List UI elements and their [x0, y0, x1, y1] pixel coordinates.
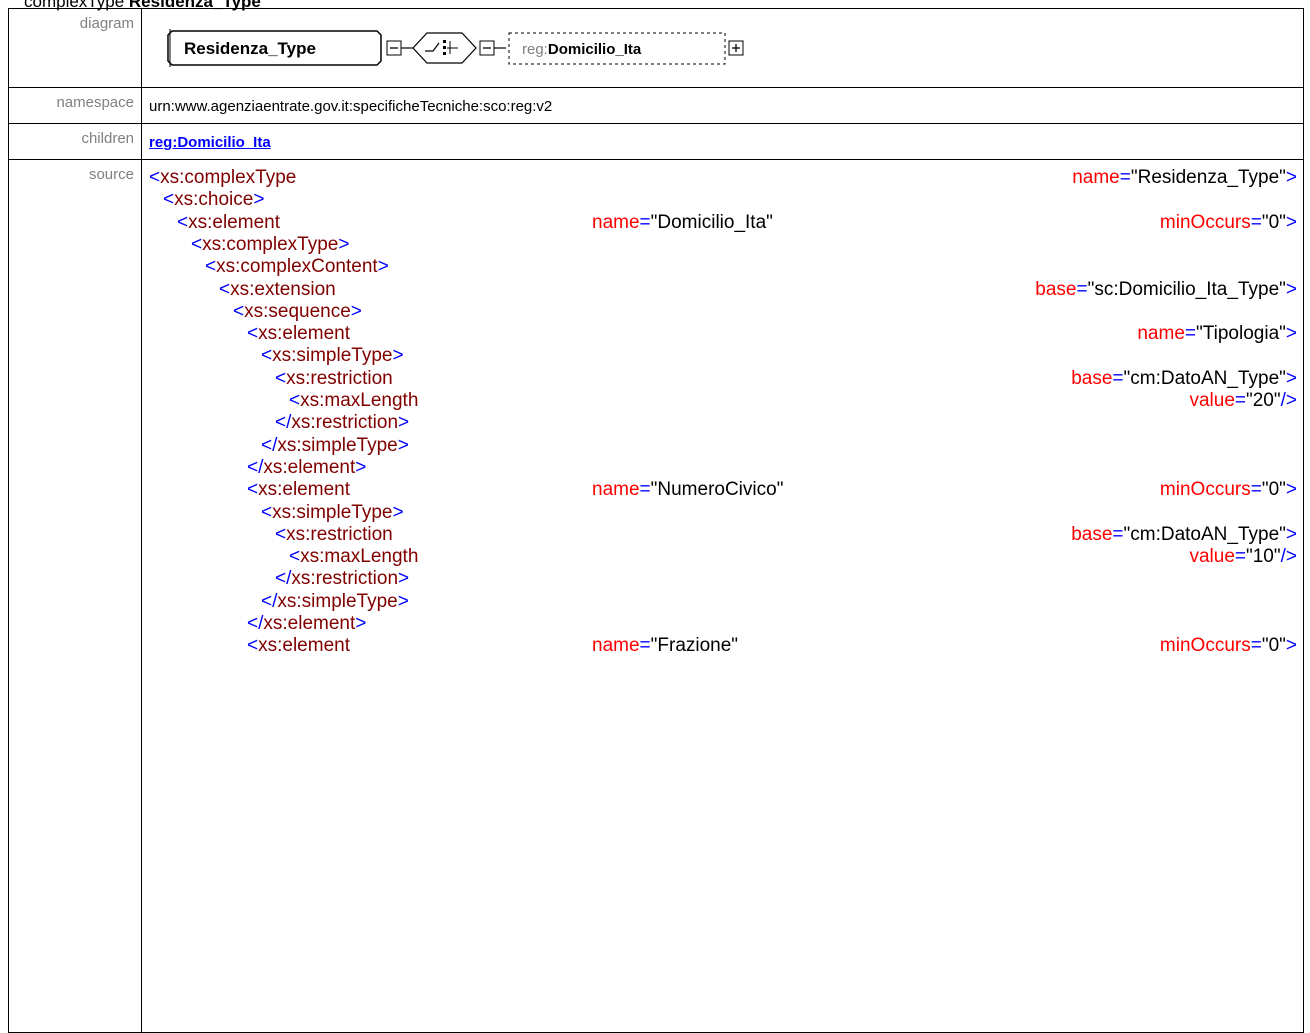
source-line-tag: <xs:choice> [163, 189, 265, 211]
collapse-icon-2[interactable] [479, 40, 495, 56]
diagram-label: diagram [8, 8, 142, 88]
source-line-tag: <xs:sequence> [233, 300, 362, 322]
source-line-tag: </xs:simpleType> [261, 590, 409, 612]
source-line-tag: <xs:element [247, 479, 350, 501]
source-line-tag: <xs:element [247, 635, 350, 657]
source-line-tag: <xs:element [247, 323, 350, 345]
source-line-attr: base="cm:DatoAN_Type"> [1071, 367, 1297, 389]
source-line-attr: name="Domicilio_Ita" [592, 211, 773, 233]
source-code: <xs:complexType name="Residenza_Type"> <xs… [142, 160, 1303, 1032]
child-link[interactable]: reg:Domicilio_Ita [149, 134, 271, 151]
source-row: source <xs:complexType name="Residenza_Ty… [8, 159, 1304, 1033]
expand-icon[interactable] [728, 40, 744, 56]
source-label: source [8, 159, 142, 1033]
source-line-tag: <xs:simpleType> [261, 345, 404, 367]
source-line-attr: name="Frazione" [592, 635, 739, 657]
source-line-tag: <xs:restriction [275, 523, 393, 545]
namespace-label: namespace [8, 87, 142, 124]
source-line-attr: base="cm:DatoAN_Type"> [1071, 523, 1297, 545]
source-line-tag: </xs:restriction> [275, 568, 410, 590]
source-line-tag: <xs:complexContent> [205, 256, 389, 278]
source-line-attr: name="Residenza_Type"> [1072, 167, 1297, 188]
namespace-value: urn:www.agenziaentrate.gov.it:specifiche… [141, 87, 1304, 124]
source-line-tag: </xs:restriction> [275, 412, 410, 434]
element-box-label: reg:Domicilio_Ita [522, 41, 642, 58]
source-line-attr: value="10"/> [1189, 546, 1297, 568]
children-cell: reg:Domicilio_Ita [141, 123, 1304, 160]
choice-compositor-icon[interactable] [412, 32, 477, 64]
namespace-row: namespace urn:www.agenziaentrate.gov.it:… [8, 87, 1304, 124]
diagram-row: diagram Residenza_Type reg:Domicilio_Ita [8, 8, 1304, 88]
element-box[interactable]: reg:Domicilio_Ita [508, 32, 726, 65]
source-cell: <xs:complexType name="Residenza_Type"> <xs… [141, 159, 1304, 1033]
diagram-cell: Residenza_Type reg:Domicilio_Ita [141, 8, 1304, 88]
source-line-tag: <xs:extension [219, 278, 336, 300]
children-row: children reg:Domicilio_Ita [8, 123, 1304, 160]
source-line-tag: </xs:element> [247, 613, 367, 634]
source-line-attr: name="NumeroCivico" [592, 479, 784, 501]
source-line-attr: value="20"/> [1189, 390, 1297, 411]
collapse-icon[interactable] [386, 40, 402, 56]
source-line-attr: name="Tipologia"> [1137, 323, 1297, 345]
source-line-tag: </xs:simpleType> [261, 434, 409, 456]
type-box[interactable]: Residenza_Type [167, 29, 382, 67]
source-line-tag: <xs:restriction [275, 367, 393, 389]
source-line-tag: <xs:complexType [149, 167, 297, 188]
source-line-tag: <xs:complexType> [191, 233, 350, 255]
source-line-attr: base="sc:Domicilio_Ita_Type"> [1035, 278, 1297, 300]
source-line-attr: minOccurs="0"> [1159, 211, 1297, 233]
source-line-attr: minOccurs="0"> [1159, 479, 1297, 501]
source-line-attr: minOccurs="0"> [1159, 635, 1297, 657]
children-label: children [8, 123, 142, 160]
source-line-tag: </xs:element> [247, 456, 367, 478]
source-line-tag: <xs:maxLength [289, 390, 419, 411]
type-box-label: Residenza_Type [184, 39, 316, 58]
doc-table: diagram Residenza_Type reg:Domicilio_Ita… [8, 8, 1304, 1033]
source-line-tag: <xs:element [177, 211, 280, 233]
source-line-tag: <xs:simpleType> [261, 501, 404, 523]
schema-diagram: Residenza_Type reg:Domicilio_Ita [167, 29, 744, 67]
source-line-tag: <xs:maxLength [289, 546, 419, 568]
